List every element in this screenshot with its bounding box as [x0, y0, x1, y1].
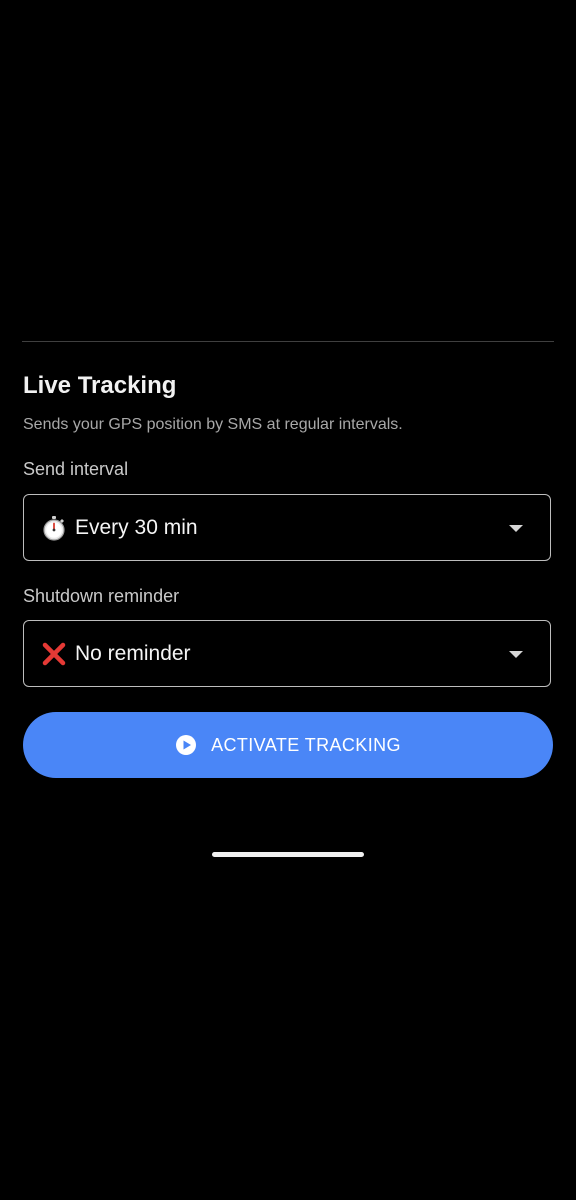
activate-tracking-button[interactable]: ACTIVATE TRACKING [23, 712, 553, 778]
shutdown-reminder-dropdown[interactable]: No reminder [23, 620, 551, 687]
chevron-down-icon [509, 524, 523, 532]
home-indicator[interactable] [212, 852, 364, 857]
section-description: Sends your GPS position by SMS at regula… [23, 416, 403, 433]
shutdown-reminder-value: No reminder [75, 641, 191, 665]
send-interval-value: Every 30 min [75, 515, 198, 539]
send-interval-dropdown[interactable]: Every 30 min [23, 494, 551, 561]
chevron-down-icon [509, 650, 523, 658]
activate-tracking-label: ACTIVATE TRACKING [211, 734, 401, 755]
shutdown-reminder-label: Shutdown reminder [23, 586, 180, 606]
section-divider [22, 341, 554, 342]
send-interval-label: Send interval [23, 459, 129, 479]
cross-mark-emoji-icon [42, 642, 66, 665]
play-circle-icon [176, 735, 197, 755]
stopwatch-emoji-icon [43, 515, 65, 541]
section-title: Live Tracking [23, 372, 177, 399]
